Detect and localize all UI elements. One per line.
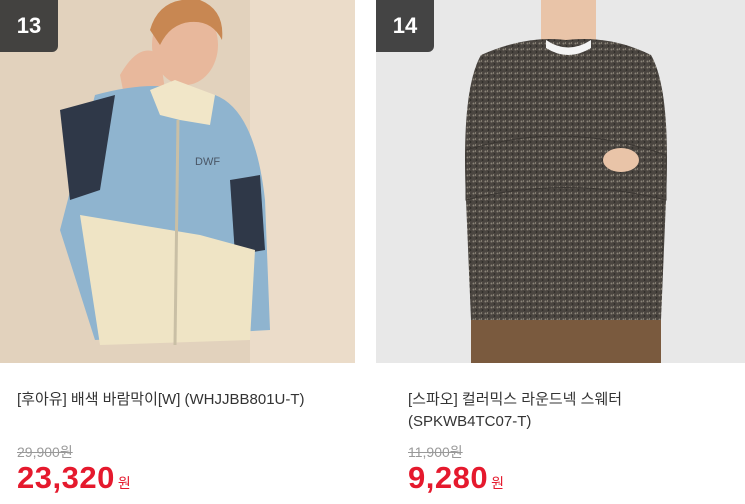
rank-badge: 13 bbox=[0, 0, 58, 52]
rank-badge: 14 bbox=[376, 0, 434, 52]
sale-price: 9,280 원 bbox=[408, 460, 504, 496]
sale-price-value: 23,320 bbox=[17, 460, 115, 495]
product-card-14[interactable]: 14 [스파오] 컬러믹스 라운드넥 스웨터 (SPKWB4TC07-T) 11… bbox=[376, 0, 745, 504]
currency-unit: 원 bbox=[491, 475, 504, 491]
original-price: 29,900원 bbox=[17, 444, 73, 460]
sale-price: 23,320 원 bbox=[17, 460, 131, 496]
currency-unit: 원 bbox=[117, 475, 131, 491]
product-image[interactable]: 14 bbox=[376, 0, 745, 363]
product-card-13[interactable]: DWF 13 [후아유] 배색 바람막이[W] (WHJJBB801U-T) 2… bbox=[0, 0, 355, 504]
sale-price-value: 9,280 bbox=[408, 460, 489, 495]
product-title[interactable]: [후아유] 배색 바람막이[W] (WHJJBB801U-T) bbox=[17, 389, 327, 411]
jacket-logo-text: DWF bbox=[195, 156, 220, 168]
product-image[interactable]: DWF 13 bbox=[0, 0, 355, 363]
jacket-photo: DWF bbox=[0, 0, 355, 363]
sweater-photo bbox=[376, 0, 745, 363]
original-price: 11,900원 bbox=[408, 444, 463, 460]
product-title[interactable]: [스파오] 컬러믹스 라운드넥 스웨터 (SPKWB4TC07-T) bbox=[408, 389, 713, 433]
